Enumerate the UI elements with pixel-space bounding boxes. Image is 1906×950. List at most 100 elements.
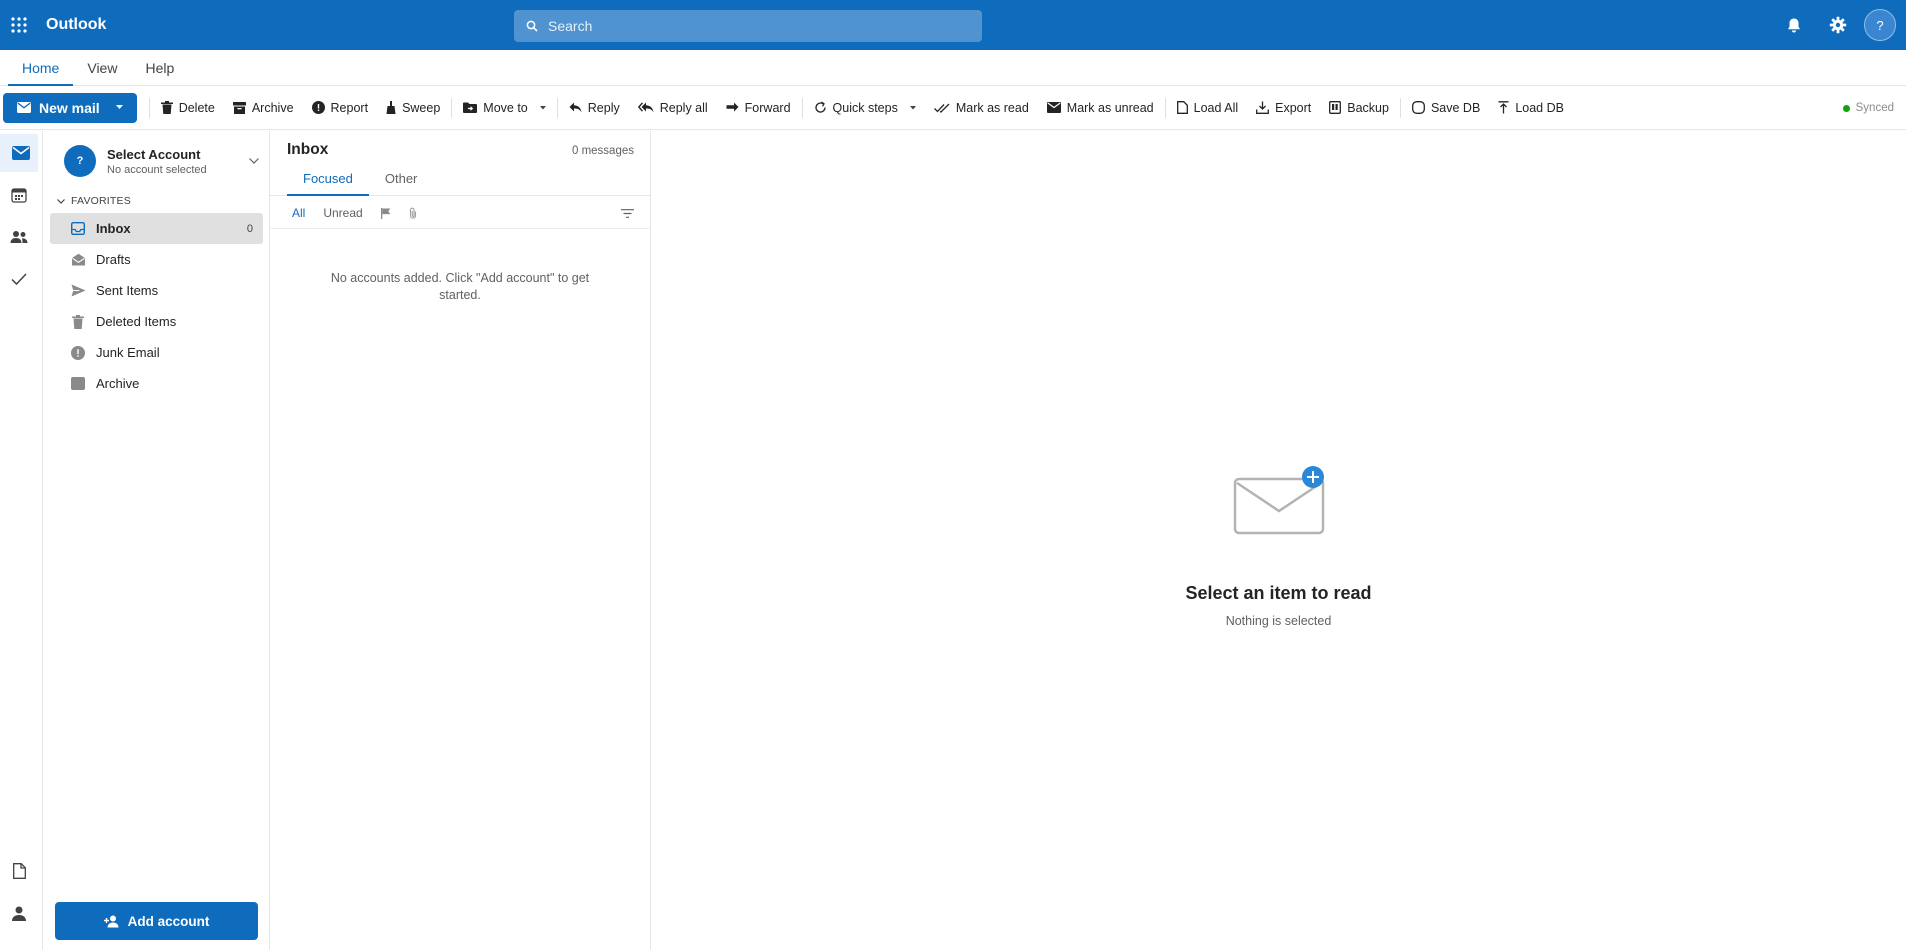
reply-all-button[interactable]: Reply all	[629, 93, 717, 123]
sort-filter-icon[interactable]	[621, 208, 634, 218]
database-icon	[1412, 101, 1425, 114]
person-icon	[12, 906, 26, 921]
sync-status-label: Synced	[1855, 102, 1894, 114]
document-icon	[12, 863, 26, 879]
tab-view[interactable]: View	[73, 60, 131, 85]
tab-focused[interactable]: Focused	[287, 171, 369, 196]
people-icon	[10, 230, 28, 244]
save-db-button[interactable]: Save DB	[1403, 93, 1489, 123]
load-all-button[interactable]: Load All	[1168, 93, 1247, 123]
rail-files[interactable]	[0, 852, 38, 890]
reading-pane-title: Select an item to read	[1185, 583, 1372, 603]
rail-profile[interactable]	[0, 894, 38, 932]
attachment-filter-icon[interactable]	[409, 207, 417, 219]
envelope-icon	[1046, 102, 1061, 113]
app-rail	[0, 131, 43, 950]
rail-people[interactable]	[0, 218, 38, 256]
app-launcher-icon[interactable]	[0, 0, 38, 50]
chevron-down-icon	[57, 198, 65, 204]
inbox-tabs: Focused Other	[270, 171, 650, 196]
folder-junk-email[interactable]: Junk Email	[50, 337, 263, 368]
command-toolbar: New mail Delete Archive Report Sweep Mov…	[0, 86, 1906, 130]
folder-name: Inbox	[96, 221, 131, 236]
backup-button[interactable]: Backup	[1320, 93, 1398, 123]
unread-count: 0	[246, 222, 253, 235]
save-db-label: Save DB	[1430, 100, 1481, 115]
trash-icon	[160, 101, 173, 114]
tab-help[interactable]: Help	[131, 60, 188, 85]
report-button[interactable]: Report	[303, 93, 378, 123]
account-avatar: ?	[64, 145, 96, 177]
user-avatar[interactable]: ?	[1864, 9, 1896, 41]
chevron-down-icon	[539, 105, 546, 110]
tab-home[interactable]: Home	[8, 60, 74, 86]
add-person-icon	[103, 915, 120, 928]
delete-button[interactable]: Delete	[152, 93, 224, 123]
account-subtitle: No account selected	[107, 163, 207, 176]
add-account-label: Add account	[127, 913, 210, 929]
folder-archive[interactable]: Archive	[50, 368, 263, 399]
report-alert-icon	[311, 101, 325, 114]
folder-name: Junk Email	[96, 345, 160, 360]
toolbar-divider	[148, 97, 150, 118]
folder-sent-items[interactable]: Sent Items	[50, 275, 263, 306]
drafts-icon	[70, 252, 86, 268]
folder-inbox[interactable]: Inbox 0	[50, 213, 263, 244]
archive-button[interactable]: Archive	[224, 93, 303, 123]
forward-label: Forward	[744, 100, 791, 115]
reply-label: Reply	[587, 100, 620, 115]
report-label: Report	[330, 100, 369, 115]
move-to-label: Move to	[483, 100, 528, 115]
folder-name: Deleted Items	[96, 314, 177, 329]
chevron-down-icon[interactable]	[115, 105, 123, 110]
rail-mail[interactable]	[0, 134, 38, 172]
toolbar-divider	[451, 97, 453, 118]
message-count: 0 messages	[571, 145, 634, 157]
load-db-label: Load DB	[1515, 100, 1564, 115]
rail-calendar[interactable]	[0, 176, 38, 214]
download-icon	[1256, 101, 1270, 114]
account-name: Select Account	[107, 146, 201, 162]
empty-mail-illustration-icon	[1229, 465, 1329, 535]
load-db-button[interactable]: Load DB	[1489, 93, 1573, 123]
favorites-header[interactable]: FAVORITES	[43, 187, 269, 213]
filter-unread[interactable]: Unread	[323, 206, 362, 220]
toolbar-divider	[1399, 97, 1401, 118]
chevron-down-icon[interactable]	[249, 158, 259, 164]
mark-as-read-button[interactable]: Mark as read	[925, 93, 1038, 123]
flag-filter-icon[interactable]	[380, 207, 391, 219]
rail-todo[interactable]	[0, 260, 38, 298]
new-mail-button[interactable]: New mail	[3, 92, 137, 123]
notifications-bell-icon[interactable]	[1776, 7, 1812, 43]
app-title: Outlook	[46, 16, 107, 33]
mark-as-unread-label: Mark as unread	[1066, 100, 1154, 115]
folder-deleted-items[interactable]: Deleted Items	[50, 306, 263, 337]
folder-move-icon	[463, 102, 478, 113]
tab-other[interactable]: Other	[369, 171, 434, 195]
sweep-label: Sweep	[402, 100, 441, 115]
reply-all-label: Reply all	[659, 100, 708, 115]
sync-status: Synced	[1842, 86, 1894, 130]
move-to-button[interactable]: Move to	[454, 93, 554, 123]
forward-button[interactable]: Forward	[717, 93, 800, 123]
quick-steps-button[interactable]: Quick steps	[805, 93, 925, 123]
settings-gear-icon[interactable]	[1820, 7, 1856, 43]
mail-icon	[11, 146, 30, 160]
search-input[interactable]	[548, 18, 968, 34]
sweep-button[interactable]: Sweep	[377, 93, 449, 123]
send-icon	[70, 283, 86, 299]
backup-drive-icon	[1329, 101, 1342, 114]
reply-button[interactable]: Reply	[560, 93, 629, 123]
trash-icon	[70, 314, 86, 330]
chevron-down-icon	[909, 105, 916, 110]
add-account-button[interactable]: Add account	[55, 902, 258, 940]
account-selector[interactable]: ? Select Account No account selected	[43, 131, 269, 187]
checkmark-icon	[11, 273, 27, 285]
search-icon	[526, 20, 538, 32]
filter-all[interactable]: All	[292, 206, 305, 220]
folder-drafts[interactable]: Drafts	[50, 244, 263, 275]
search-box[interactable]	[514, 10, 982, 42]
new-mail-label: New mail	[39, 99, 100, 116]
mark-as-unread-button[interactable]: Mark as unread	[1038, 93, 1163, 123]
export-button[interactable]: Export	[1247, 93, 1320, 123]
